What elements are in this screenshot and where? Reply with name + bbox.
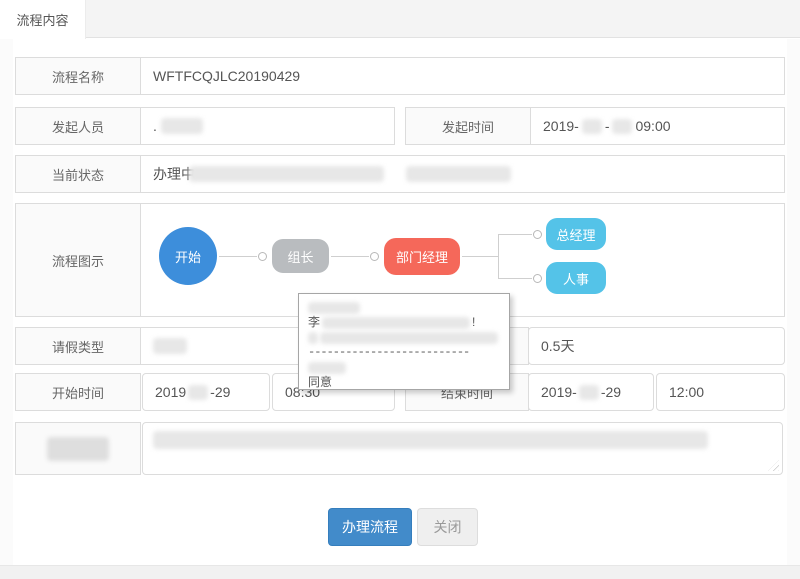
redacted-reason-text [153, 431, 708, 449]
redacted-initiator [161, 118, 203, 134]
redacted-end-month [579, 385, 599, 400]
field-label-leave-type: 请假类型 [15, 327, 141, 365]
popup-name-prefix: 李 [308, 315, 320, 330]
end-time-input[interactable]: 12:00 [656, 373, 785, 411]
node-dept-manager[interactable]: 部门经理 [384, 238, 460, 275]
footer-strip [0, 565, 800, 579]
process-dialog: 流程内容 流程名称 WFTFCQJLC20190429 发起人员 . 发起时间 … [0, 0, 800, 579]
redacted-month [582, 119, 602, 134]
redacted-popup-char [308, 332, 318, 344]
connector-line [498, 278, 532, 279]
redacted-popup-line1 [308, 302, 360, 314]
end-date-part2: -29 [601, 384, 621, 400]
tab-bar: 流程内容 [0, 0, 800, 38]
branch-line [498, 234, 499, 278]
redacted-start-month [188, 385, 208, 400]
initiate-time-part2: - [605, 118, 610, 134]
process-flow-button[interactable]: 办理流程 [328, 508, 412, 546]
connector-dot [533, 230, 542, 239]
field-label-diagram: 流程图示 [15, 203, 141, 317]
redacted-leave-type [153, 338, 187, 354]
redacted-popup-line3 [320, 332, 498, 344]
end-date-part1: 2019- [541, 384, 577, 400]
connector-line [498, 234, 532, 235]
resize-handle-icon[interactable] [768, 460, 779, 471]
start-date-input[interactable]: 2019 -29 [142, 373, 270, 411]
field-value-initiate-time: 2019- - 09:00 [530, 107, 785, 145]
node-hr[interactable]: 人事 [546, 262, 606, 294]
field-label-process-name: 流程名称 [15, 57, 141, 95]
connector-line [219, 256, 257, 257]
node-team-leader[interactable]: 组长 [272, 239, 329, 273]
node-start[interactable]: 开始 [159, 227, 217, 285]
connector-dot [533, 274, 542, 283]
reason-textarea[interactable] [142, 422, 783, 475]
field-value-process-name: WFTFCQJLC20190429 [140, 57, 785, 95]
initiate-time-part3: 09:00 [635, 118, 670, 134]
connector-line [331, 256, 369, 257]
field-label-start-time: 开始时间 [15, 373, 141, 411]
left-gutter [0, 39, 13, 565]
node-general-manager[interactable]: 总经理 [546, 218, 606, 250]
connector-dot [370, 252, 379, 261]
start-date-part1: 2019 [155, 384, 186, 400]
field-label-initiator: 发起人员 [15, 107, 141, 145]
popup-name-suffix: ! [472, 315, 475, 330]
approval-tooltip: 李 ! -------------------------- 同意 [298, 293, 510, 390]
field-label-status: 当前状态 [15, 155, 141, 193]
field-value-initiator: . [140, 107, 395, 145]
field-value-status: 办理中 [140, 155, 785, 193]
popup-decision-text: 同意 [308, 375, 332, 390]
redacted-status-2 [406, 166, 511, 182]
initiator-visible-text: . [153, 118, 157, 134]
redacted-reason-label [47, 437, 109, 461]
initiate-time-part1: 2019- [543, 118, 579, 134]
field-label-initiate-time: 发起时间 [405, 107, 531, 145]
end-date-input[interactable]: 2019- -29 [528, 373, 654, 411]
tab-process-content[interactable]: 流程内容 [0, 0, 86, 39]
start-date-part2: -29 [210, 384, 230, 400]
redacted-popup-name [322, 317, 470, 329]
close-button[interactable]: 关闭 [417, 508, 478, 546]
redacted-status-1 [189, 166, 384, 182]
field-label-reason [15, 422, 141, 475]
redacted-popup-line5 [308, 362, 346, 374]
redacted-day [612, 119, 632, 134]
connector-dot [258, 252, 267, 261]
connector-line [462, 256, 498, 257]
popup-divider: -------------------------- [308, 345, 469, 360]
right-gutter [787, 39, 800, 565]
duration-input[interactable]: 0.5天 [528, 327, 785, 365]
